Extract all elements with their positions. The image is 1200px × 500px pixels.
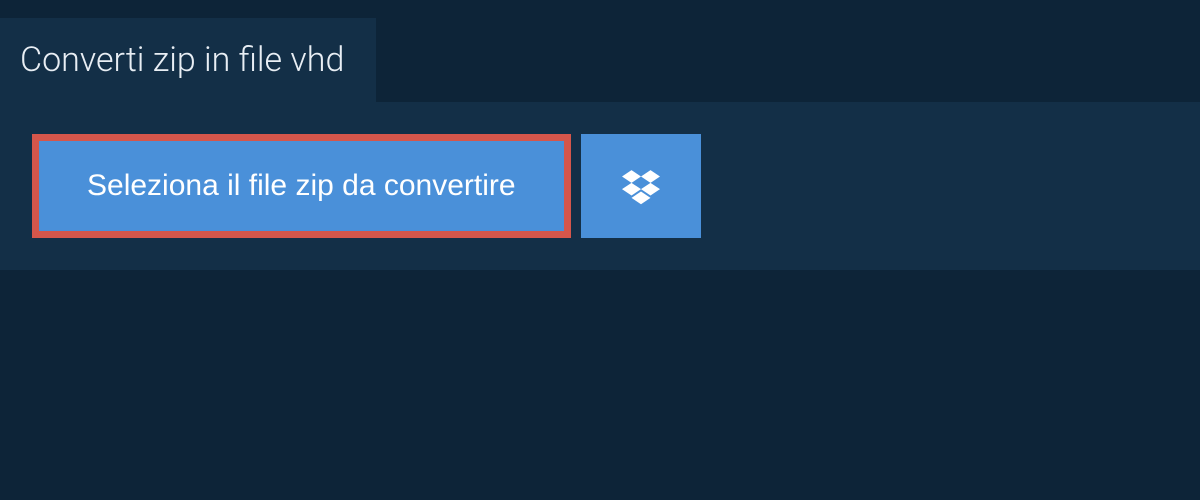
dropbox-icon (622, 167, 660, 205)
select-file-highlight: Seleziona il file zip da convertire (32, 134, 571, 238)
dropbox-button[interactable] (581, 134, 701, 238)
header-tab: Converti zip in file vhd (0, 18, 376, 102)
action-button-row: Seleziona il file zip da convertire (32, 134, 1168, 238)
select-file-button[interactable]: Seleziona il file zip da convertire (39, 141, 564, 231)
main-panel: Seleziona il file zip da convertire (0, 102, 1200, 270)
page-title: Converti zip in file vhd (20, 40, 344, 80)
